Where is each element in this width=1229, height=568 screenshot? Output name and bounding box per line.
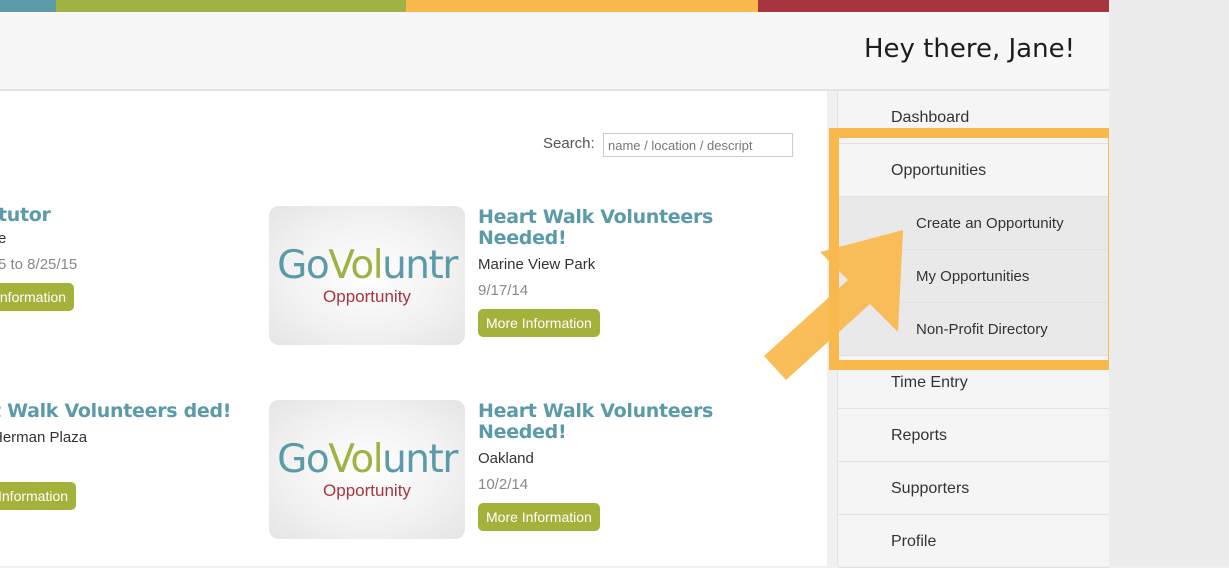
sidebar-item-reports[interactable]: Reports <box>838 409 1109 462</box>
opportunity-date: 5 to 8/25/15 <box>0 256 78 273</box>
opportunities-list: Search: tutor e 5 to 8/25/15 Information… <box>0 91 827 566</box>
opportunity-date: 9/17/14 <box>478 282 529 299</box>
opportunity-location: e <box>0 230 7 247</box>
opportunity-thumbnail[interactable]: GoVoluntr Opportunity <box>269 206 465 345</box>
opportunity-card: Heart Walk Volunteers Needed! Marine Vie… <box>478 207 778 337</box>
opportunity-title[interactable]: tutor <box>0 205 77 226</box>
govoluntr-logo: GoVoluntr <box>277 437 458 482</box>
page-header: Hey there, Jane! <box>0 12 1109 91</box>
govoluntr-logo: GoVoluntr <box>277 243 458 288</box>
opportunity-date: 4 <box>0 455 252 472</box>
opportunity-thumbnail[interactable]: GoVoluntr Opportunity <box>269 400 465 539</box>
right-gutter <box>1109 0 1229 566</box>
opportunity-title[interactable]: t Walk Volunteers ded! <box>0 401 252 422</box>
callout-arrow-icon <box>764 230 903 380</box>
greeting-text: Hey there, Jane! <box>863 34 1075 64</box>
stripe-red <box>758 0 1109 12</box>
more-information-button[interactable]: Information <box>0 482 77 510</box>
more-information-button[interactable]: Information <box>0 283 75 311</box>
stripe-green <box>56 0 406 12</box>
opportunity-location: Marine View Park <box>478 256 596 273</box>
logo-subtitle: Opportunity <box>323 287 411 306</box>
opportunity-card: t Walk Volunteers ded! Herman Plaza 4 In… <box>0 401 252 510</box>
opportunity-title[interactable]: Heart Walk Volunteers Needed! <box>478 401 778 443</box>
search-input[interactable] <box>603 133 793 157</box>
sidebar-item-profile[interactable]: Profile <box>838 515 1109 568</box>
opportunity-card: tutor e 5 to 8/25/15 Information <box>0 205 77 311</box>
brand-stripe-bar <box>0 0 1109 12</box>
opportunity-date: 10/2/14 <box>478 476 529 493</box>
sidebar-item-supporters[interactable]: Supporters <box>838 462 1109 515</box>
more-information-button[interactable]: More Information <box>478 309 600 337</box>
opportunity-location: Oakland <box>478 450 534 467</box>
search-label: Search: <box>543 135 595 152</box>
stripe-orange <box>406 0 758 12</box>
stripe-teal <box>0 0 56 12</box>
logo-subtitle: Opportunity <box>323 481 411 500</box>
opportunity-title[interactable]: Heart Walk Volunteers Needed! <box>478 207 778 249</box>
more-information-button[interactable]: More Information <box>478 503 600 531</box>
opportunity-location: Herman Plaza <box>0 429 88 446</box>
opportunity-card: Heart Walk Volunteers Needed! Oakland 10… <box>478 401 778 531</box>
